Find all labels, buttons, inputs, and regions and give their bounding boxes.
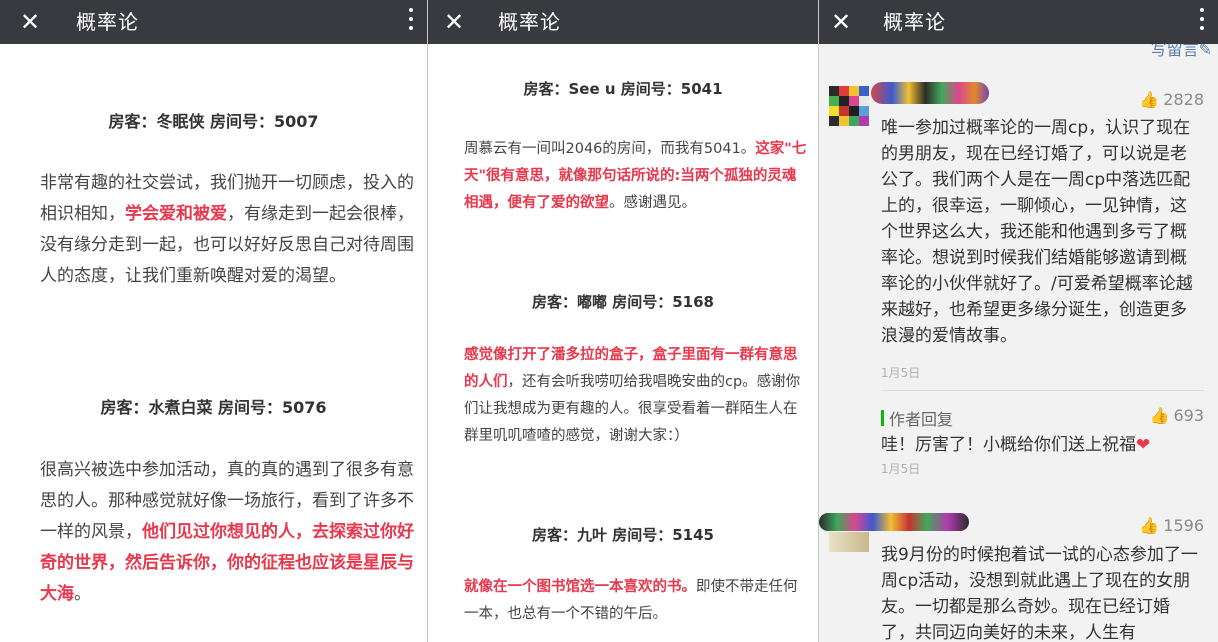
like-number: 2828 <box>1163 90 1204 109</box>
page-title: 概率论 <box>76 10 139 34</box>
thumb-up-icon: 👍 <box>1139 516 1160 535</box>
like-number: 1596 <box>1163 516 1204 535</box>
thumb-up-icon: 👍 <box>1149 406 1170 425</box>
post-body: 非常有趣的社交尝试，我们抛开一切顾虑，投入的相识相知，学会爱和被爱，有缘走到一起… <box>40 168 415 292</box>
post-heading: 房客：水煮白菜 房间号：5076 <box>100 398 327 417</box>
reply-text: 哇！厉害了！小概给你们送上祝福❤ <box>881 432 1201 458</box>
highlight-segment: 学会爱和被爱 <box>125 204 227 224</box>
close-icon[interactable]: ✕ <box>20 7 40 37</box>
more-vertical-icon[interactable] <box>1200 8 1204 36</box>
reply-divider <box>881 390 1204 391</box>
close-icon[interactable]: ✕ <box>831 7 851 37</box>
avatar[interactable] <box>829 86 871 130</box>
post-body: 感觉像打开了潘多拉的盒子，盒子里面有一群有意思的人们，还有会听我唠叨给我唱晚安曲… <box>464 342 809 450</box>
top-bar: ✕ 概率论 <box>428 0 818 44</box>
comment-text: 我9月份的时候抱着试一试的心态参加了一周cp活动，没想到就此遇上了现在的女朋友。… <box>881 545 1198 642</box>
text-segment: 周慕云有一间叫2046的房间，而我有5041。 <box>464 141 756 157</box>
reply-date: 1月5日 <box>881 462 921 476</box>
reply-marker <box>881 410 884 426</box>
post-body: 周慕云有一间叫2046的房间，而我有5041。这家"七天"很有意思，就像那句话所… <box>464 136 809 217</box>
author-reply-label: 作者回复 <box>889 410 954 429</box>
article-panel-2: ✕ 概率论 房客：See u 房间号：5041 周慕云有一间叫2046的房间，而… <box>428 0 818 642</box>
more-vertical-icon[interactable] <box>409 8 413 36</box>
top-bar: ✕ 概率论 <box>0 0 427 44</box>
comments-panel: 写留言✎ ✕ 概率论 👍 2828 唯一参加过概率论的一周cp，认识了现在的男朋友… <box>819 0 1218 642</box>
post-body: 很高兴被选中参加活动，真的真的遇到了很多有意思的人。那种感觉就好像一场旅行，看到… <box>40 455 415 610</box>
like-count[interactable]: 👍 2828 <box>1139 90 1204 109</box>
comment-date: 1月5日 <box>881 366 921 380</box>
reply-text-content: 哇！厉害了！小概给你们送上祝福 <box>881 435 1136 455</box>
text-segment: 。 <box>74 584 91 604</box>
comment-text: 唯一参加过概率论的一周cp，认识了现在的男朋友，现在已经订婚了，可以说是老公了。… <box>881 118 1193 346</box>
post-heading: 房客：嘟嘟 房间号：5168 <box>532 293 714 311</box>
post-heading: 房客：See u 房间号：5041 <box>523 80 723 98</box>
top-bar: ✕ 概率论 <box>819 0 1218 44</box>
username-obscured <box>871 82 989 104</box>
like-count[interactable]: 👍 1596 <box>1139 516 1204 535</box>
like-number: 693 <box>1173 406 1204 425</box>
reply-like-count[interactable]: 👍 693 <box>1150 406 1204 425</box>
article-panel-1: ✕ 概率论 房客：冬眠侠 房间号：5007 非常有趣的社交尝试，我们抛开一切顾虑… <box>0 0 427 642</box>
username-obscured <box>819 513 969 531</box>
post-heading: 房客：冬眠侠 房间号：5007 <box>108 112 319 131</box>
page-title: 概率论 <box>498 10 561 34</box>
close-icon[interactable]: ✕ <box>444 7 464 37</box>
page-title: 概率论 <box>883 10 946 34</box>
highlight-segment: 就像在一个图书馆选一本喜欢的书。 <box>464 579 696 595</box>
text-segment: 。感谢遇见。 <box>609 195 696 211</box>
avatar[interactable] <box>829 532 869 552</box>
post-body: 就像在一个图书馆选一本喜欢的书。即使不带走任何一本，也总有一个不错的午后。 <box>464 574 809 628</box>
heart-icon: ❤ <box>1136 435 1151 455</box>
thumb-up-icon: 👍 <box>1139 90 1160 109</box>
post-heading: 房客：九叶 房间号：5145 <box>532 526 714 544</box>
text-segment: ，还有会听我唠叨给我唱晚安曲的cp。感谢你们让我想成为更有趣的人。很享受看着一群… <box>464 374 801 444</box>
